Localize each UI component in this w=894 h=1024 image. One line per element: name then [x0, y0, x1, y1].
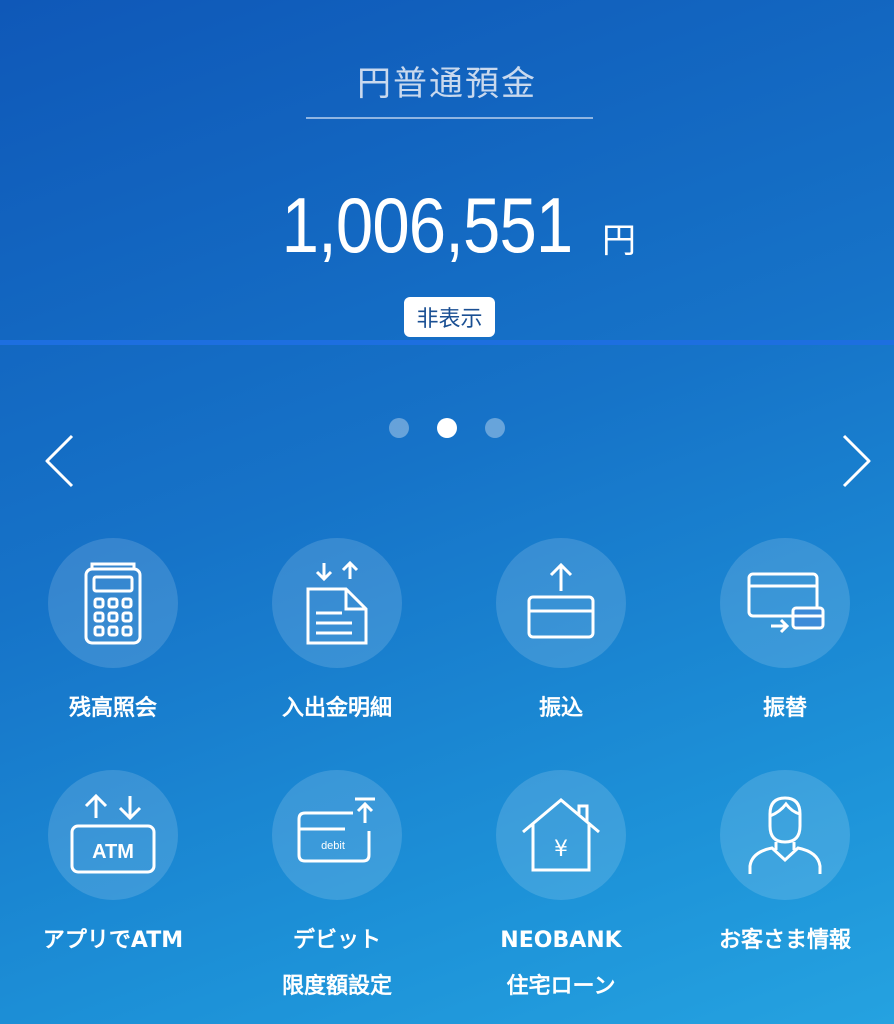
balance-icon-circle [48, 538, 178, 668]
chevron-left-icon [45, 434, 74, 488]
pager-dots [0, 418, 894, 438]
yen-icon-text: ¥ [554, 837, 568, 862]
menu-neobank-mortgage[interactable]: ¥ NEOBANK 住宅ローン [449, 770, 673, 1010]
menu-label: NEOBANK 住宅ローン [449, 918, 673, 1010]
menu-label-line2: 住宅ローン [506, 974, 616, 999]
statement-icon-circle [272, 538, 402, 668]
menu-debit-limit[interactable]: debit デビット 限度額設定 [225, 770, 449, 1010]
menu-label-line1: NEOBANK [500, 928, 622, 953]
menu-label-line2: 限度額設定 [281, 974, 392, 999]
menu-transfer[interactable]: 振込 [449, 538, 673, 732]
card-send-icon [527, 562, 595, 639]
atm-icon-text: ATM [92, 841, 134, 863]
person-icon [748, 796, 822, 874]
menu-label: 振替 [762, 696, 807, 721]
menu-customer-info[interactable]: お客さま情報 [673, 770, 894, 964]
cards-transfer-icon [747, 572, 825, 634]
account-title: 円普通預金 [357, 64, 537, 104]
debit-icon-text: debit [321, 840, 345, 852]
account-transfer-icon-circle [720, 538, 850, 668]
balance-display: 1,006,551 円 [0, 180, 894, 271]
title-underline [306, 117, 593, 119]
pager-dot-3[interactable] [485, 418, 505, 438]
house-icon-circle: ¥ [496, 770, 626, 900]
atm-icon: ATM [70, 793, 156, 874]
menu-label: アプリでATM [42, 928, 184, 953]
menu-label: 残高照会 [68, 696, 157, 721]
balance-unit: 円 [602, 221, 636, 261]
debit-icon-circle: debit [272, 770, 402, 900]
hide-balance-button[interactable]: 非表示 [404, 297, 495, 337]
person-icon-circle [720, 770, 850, 900]
menu-transaction-details[interactable]: 入出金明細 [225, 538, 449, 732]
divider-line [0, 340, 894, 345]
menu-label: 入出金明細 [281, 696, 392, 721]
calculator-icon [84, 562, 142, 645]
menu-label-line1: デビット [292, 928, 381, 953]
atm-icon-circle: ATM [48, 770, 178, 900]
menu-account-transfer[interactable]: 振替 [673, 538, 894, 732]
pager-dot-2[interactable] [437, 418, 457, 438]
menu-label: 振込 [538, 696, 583, 721]
prev-page-arrow[interactable] [44, 434, 74, 488]
menu-label: デビット 限度額設定 [225, 918, 449, 1010]
house-icon: ¥ [522, 798, 600, 872]
menu-app-atm[interactable]: ATM アプリでATM [1, 770, 225, 964]
chevron-right-icon [842, 434, 871, 488]
transfer-icon-circle [496, 538, 626, 668]
pager-dot-1[interactable] [389, 418, 409, 438]
statement-icon [306, 561, 368, 645]
menu-balance-inquiry[interactable]: 残高照会 [1, 538, 225, 732]
balance-amount: 1,006,551 [281, 181, 574, 269]
next-page-arrow[interactable] [842, 434, 872, 488]
menu-label: お客さま情報 [718, 928, 851, 953]
debit-card-icon: debit [297, 797, 375, 863]
